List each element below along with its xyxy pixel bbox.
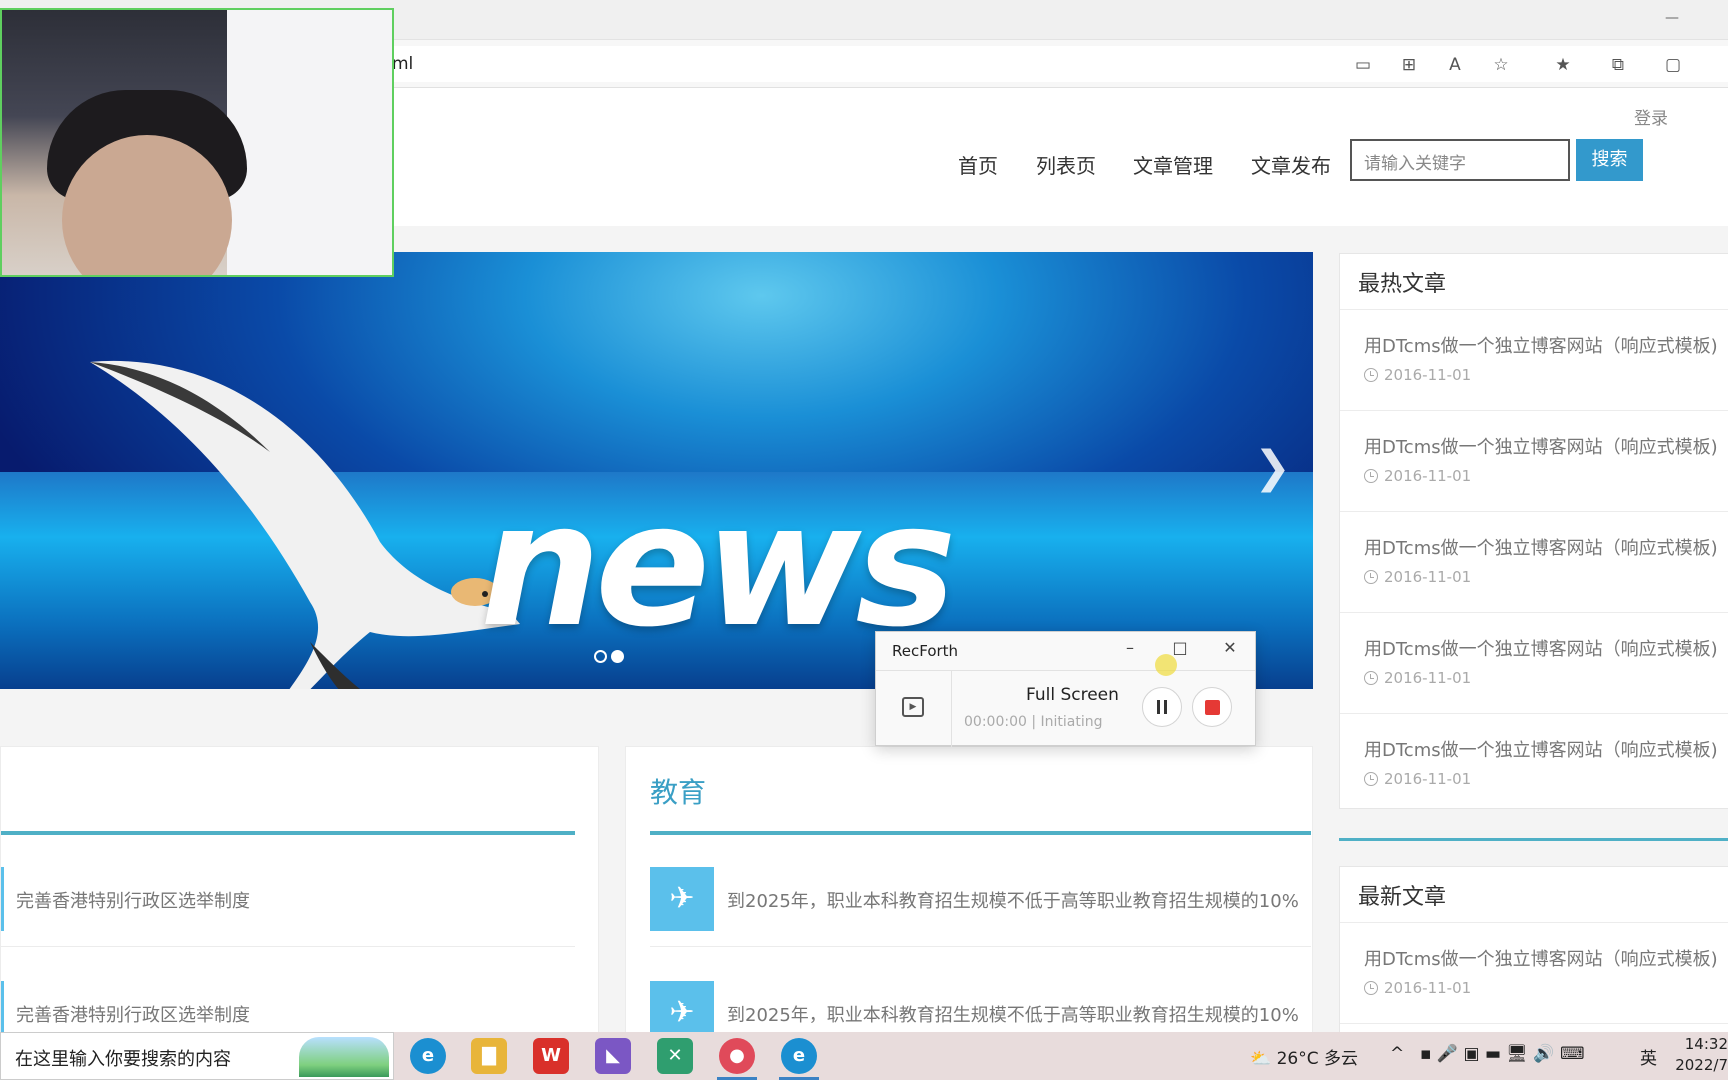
clock-icon (1364, 570, 1378, 584)
list-item-title[interactable]: 完善香港特别行政区选举制度 (16, 1001, 250, 1027)
nav-article-manage[interactable]: 文章管理 (1133, 150, 1213, 179)
list-item[interactable]: 完善香港特别行政区选举制度 (1, 847, 575, 947)
hot-articles-title: 最热文章 (1340, 254, 1728, 310)
list-item-title[interactable]: 到2025年，职业本科教育招生规模不低于高等职业教育招生规模的10% (727, 1001, 1299, 1027)
recorder-body: ▶ Full Screen 00:00:00 | Initiating (876, 670, 1255, 748)
nav-article-publish[interactable]: 文章发布 (1251, 150, 1331, 179)
list-item-title[interactable]: 完善香港特别行政区选举制度 (16, 887, 250, 913)
education-title[interactable]: 教育 (650, 771, 706, 811)
recforth-taskbar-icon[interactable]: ● (719, 1038, 755, 1074)
weather-icon: ⛅ (1250, 1049, 1272, 1069)
windows-taskbar: 在这里输入你要搜索的内容 e ▇ W ◣ ✕ ● e ⛅ 26°C 多云 ^ ▪… (0, 1032, 1728, 1080)
stop-button[interactable] (1192, 687, 1232, 727)
recforth-widget[interactable]: RecForth – □ ✕ ▶ Full Screen 00:00:00 | … (875, 631, 1256, 748)
favorites-icon[interactable]: ★ (1550, 52, 1576, 78)
collections-icon[interactable]: ⧉ (1605, 52, 1631, 78)
tray-chevron-icon[interactable]: ^ (1390, 1044, 1404, 1064)
system-clock[interactable]: 14:32 2022/7 (1675, 1034, 1728, 1076)
gannet-bird-image (90, 361, 520, 689)
education-column: 教育 ✈ 到2025年，职业本科教育招生规模不低于高等职业教育招生规模的10% … (625, 746, 1313, 1046)
window-minimize-button[interactable]: — (1658, 8, 1686, 30)
clock-icon (1364, 671, 1378, 685)
hot-articles-panel: 最热文章 用DTcms做一个独立博客网站（响应式模板) 2016-11-01 用… (1339, 253, 1728, 809)
webcam-overlay[interactable] (0, 8, 394, 277)
carousel-dot-active[interactable] (611, 650, 624, 663)
address-bar[interactable]: ml (380, 46, 1728, 82)
article-date: 2016-11-01 (1364, 669, 1728, 687)
carousel-dots (594, 648, 628, 667)
login-link[interactable]: 登录 (1634, 104, 1668, 129)
recorder-title: RecForth (892, 642, 959, 660)
list-item[interactable]: ✈ 到2025年，职业本科教育招生规模不低于高等职业教育招生规模的10% (650, 847, 1311, 947)
extensions-icon[interactable]: ▢ (1660, 52, 1686, 78)
clock-icon (1364, 772, 1378, 786)
article-title[interactable]: 用DTcms做一个独立博客网站（响应式模板) (1364, 534, 1728, 560)
edge-window-icon[interactable]: e (781, 1038, 817, 1074)
new-articles-title: 最新文章 (1340, 867, 1728, 923)
taskbar-search[interactable]: 在这里输入你要搜索的内容 (0, 1032, 394, 1080)
recording-timer: 00:00:00 | Initiating (964, 714, 1103, 730)
article-item[interactable]: 用DTcms做一个独立博客网站（响应式模板) 2016-11-01 (1340, 714, 1728, 815)
search-button[interactable]: 搜索 (1576, 139, 1643, 181)
left-news-column: 完善香港特别行政区选举制度 完善香港特别行政区选举制度 (0, 746, 599, 1046)
article-title[interactable]: 用DTcms做一个独立博客网站（响应式模板) (1364, 332, 1728, 358)
visual-studio-icon[interactable]: ◣ (595, 1038, 631, 1074)
nav-home[interactable]: 首页 (958, 150, 998, 179)
article-item[interactable]: 用DTcms做一个独立博客网站（响应式模板) 2016-11-01 (1340, 310, 1728, 411)
taskbar-search-text: 在这里输入你要搜索的内容 (15, 1049, 231, 1070)
article-title[interactable]: 用DTcms做一个独立博客网站（响应式模板) (1364, 433, 1728, 459)
new-articles-panel: 最新文章 用DTcms做一个独立博客网站（响应式模板) 2016-11-01 (1339, 866, 1728, 1046)
maximize-icon[interactable]: □ (1168, 638, 1192, 657)
clock-icon (1364, 981, 1378, 995)
weather-widget[interactable]: ⛅ 26°C 多云 (1250, 1044, 1358, 1069)
video-library-icon: ▶ (902, 697, 924, 717)
article-item[interactable]: 用DTcms做一个独立博客网站（响应式模板) 2016-11-01 (1340, 411, 1728, 512)
read-aloud-icon[interactable]: A (1442, 52, 1468, 78)
article-title[interactable]: 用DTcms做一个独立博客网站（响应式模板) (1364, 635, 1728, 661)
article-date: 2016-11-01 (1364, 366, 1728, 384)
wps-icon[interactable]: W (533, 1038, 569, 1074)
tool-app-icon[interactable]: ✕ (657, 1038, 693, 1074)
edge-icon[interactable]: e (410, 1038, 446, 1074)
nav-list[interactable]: 列表页 (1036, 150, 1096, 179)
apps-icon[interactable]: ⊞ (1396, 52, 1422, 78)
column-rule (650, 831, 1311, 835)
article-item[interactable]: 用DTcms做一个独立博客网站（响应式模板) 2016-11-01 (1340, 923, 1728, 1024)
clock-icon (1364, 469, 1378, 483)
panel-divider (1339, 838, 1728, 841)
webcam-background (227, 10, 392, 275)
mouse-cursor-highlight (1155, 654, 1177, 676)
article-date: 2016-11-01 (1364, 568, 1728, 586)
list-item-title[interactable]: 到2025年，职业本科教育招生规模不低于高等职业教育招生规模的10% (727, 887, 1299, 913)
search-highlight-image (299, 1037, 389, 1077)
article-item[interactable]: 用DTcms做一个独立博客网站（响应式模板) 2016-11-01 (1340, 512, 1728, 613)
carousel-dot[interactable] (594, 650, 607, 663)
carousel-next-icon[interactable]: ❯ (1254, 442, 1291, 493)
clock-icon (1364, 368, 1378, 382)
column-rule (1, 831, 575, 835)
close-icon[interactable]: ✕ (1218, 638, 1242, 657)
tray-icons[interactable]: ▪ 🎤 ▣ ▬ 🖥 🔊 ⌨ (1420, 1044, 1585, 1064)
ime-indicator[interactable]: 英 (1640, 1044, 1657, 1069)
search-input[interactable]: 请输入关键字 (1350, 139, 1570, 181)
article-date: 2016-11-01 (1364, 467, 1728, 485)
recordings-library-button[interactable]: ▶ (876, 671, 952, 748)
address-text: ml (392, 54, 414, 74)
airplane-icon: ✈ (650, 867, 714, 931)
capture-mode-label: Full Screen (1026, 685, 1119, 705)
article-item[interactable]: 用DTcms做一个独立博客网站（响应式模板) 2016-11-01 (1340, 613, 1728, 714)
item-accent (1, 867, 4, 931)
file-explorer-icon[interactable]: ▇ (471, 1038, 507, 1074)
add-favorite-icon[interactable]: ☆ (1488, 52, 1514, 78)
device-icon[interactable]: ▭ (1350, 52, 1376, 78)
minimize-icon[interactable]: – (1118, 638, 1142, 657)
article-title[interactable]: 用DTcms做一个独立博客网站（响应式模板) (1364, 945, 1728, 971)
stop-icon (1204, 700, 1220, 715)
pause-button[interactable] (1142, 687, 1182, 727)
pause-icon (1157, 700, 1167, 714)
article-title[interactable]: 用DTcms做一个独立博客网站（响应式模板) (1364, 736, 1728, 762)
article-date: 2016-11-01 (1364, 979, 1728, 997)
article-date: 2016-11-01 (1364, 770, 1728, 788)
banner-carousel[interactable]: news ❯ (0, 252, 1313, 689)
